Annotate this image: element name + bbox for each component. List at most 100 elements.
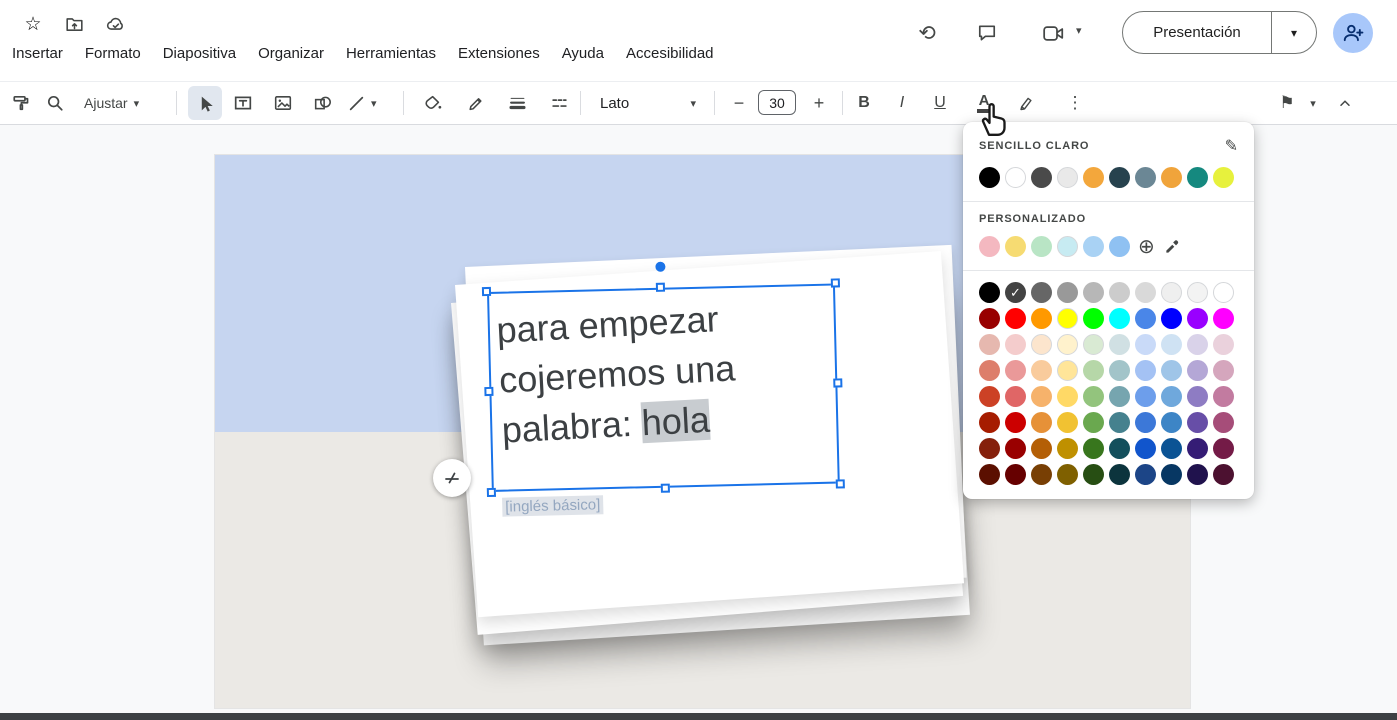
color-swatch[interactable] — [1031, 464, 1052, 485]
color-swatch[interactable] — [1057, 412, 1078, 433]
collapse-toolbar-button[interactable] — [1328, 86, 1362, 120]
color-swatch[interactable] — [1005, 412, 1026, 433]
menu-herramientas[interactable]: Herramientas — [335, 40, 447, 67]
color-swatch[interactable] — [979, 412, 1000, 433]
font-size-input[interactable]: 30 — [758, 90, 796, 115]
fill-color-button[interactable] — [416, 86, 450, 120]
color-swatch[interactable] — [1057, 464, 1078, 485]
menu-extensiones[interactable]: Extensiones — [447, 40, 551, 67]
color-swatch[interactable] — [1109, 236, 1130, 257]
color-swatch[interactable] — [1057, 167, 1078, 188]
resize-handle[interactable] — [660, 483, 670, 493]
color-swatch[interactable] — [1109, 360, 1130, 381]
color-swatch[interactable] — [979, 386, 1000, 407]
color-swatch[interactable] — [1109, 282, 1130, 303]
eyedropper-button[interactable] — [1164, 238, 1181, 255]
decrease-font-size-button[interactable]: − — [724, 86, 754, 120]
star-icon[interactable]: ☆ — [20, 11, 46, 37]
color-swatch[interactable] — [1109, 412, 1130, 433]
color-swatch[interactable] — [1187, 412, 1208, 433]
border-weight-button[interactable] — [500, 86, 534, 120]
color-swatch[interactable] — [1057, 236, 1078, 257]
present-options-caret[interactable]: ▾ — [1272, 12, 1316, 53]
color-swatch[interactable] — [1083, 412, 1104, 433]
color-swatch[interactable] — [1083, 167, 1104, 188]
border-color-button[interactable] — [458, 86, 492, 120]
color-swatch[interactable] — [979, 282, 1000, 303]
color-swatch[interactable] — [1083, 438, 1104, 459]
color-swatch[interactable] — [979, 236, 1000, 257]
color-swatch[interactable] — [1161, 334, 1182, 355]
insert-image-button[interactable] — [266, 86, 300, 120]
resize-handle[interactable] — [830, 278, 840, 288]
resize-handle[interactable] — [481, 286, 492, 297]
color-swatch[interactable] — [979, 438, 1000, 459]
color-swatch[interactable] — [1187, 438, 1208, 459]
selected-text-box[interactable]: para empezar cojeremos una palabra: hola… — [481, 261, 845, 517]
color-swatch[interactable] — [1135, 438, 1156, 459]
color-swatch[interactable] — [1083, 464, 1104, 485]
color-swatch[interactable] — [979, 308, 1000, 329]
color-swatch[interactable] — [1031, 308, 1052, 329]
resize-handle[interactable] — [655, 282, 666, 292]
color-swatch[interactable] — [1161, 360, 1182, 381]
color-swatch[interactable] — [1031, 334, 1052, 355]
color-swatch[interactable] — [1031, 236, 1052, 257]
color-swatch[interactable] — [1083, 308, 1104, 329]
color-swatch[interactable] — [1083, 386, 1104, 407]
menu-formato[interactable]: Formato — [74, 40, 152, 67]
color-swatch[interactable] — [1005, 334, 1026, 355]
color-swatch[interactable] — [1083, 334, 1104, 355]
color-swatch[interactable] — [1031, 360, 1052, 381]
color-swatch[interactable] — [979, 464, 1000, 485]
increase-font-size-button[interactable]: + — [804, 86, 834, 120]
zoom-icon[interactable] — [38, 86, 72, 120]
version-history-button[interactable]: ⟲ — [912, 18, 942, 48]
color-swatch[interactable] — [1213, 360, 1234, 381]
comments-button[interactable] — [972, 18, 1002, 48]
meet-caret-icon[interactable]: ▾ — [1076, 24, 1082, 37]
italic-button[interactable]: I — [886, 86, 918, 120]
color-swatch[interactable] — [1031, 167, 1052, 188]
color-swatch[interactable] — [1109, 386, 1130, 407]
color-swatch[interactable] — [1213, 167, 1234, 188]
text-box-tool-button[interactable] — [226, 86, 260, 120]
color-swatch[interactable] — [1031, 282, 1052, 303]
color-swatch[interactable] — [1083, 236, 1104, 257]
font-family-select[interactable]: Lato ▾ — [592, 86, 704, 120]
meet-camera-button[interactable] — [1038, 18, 1068, 48]
color-swatch[interactable] — [1161, 282, 1182, 303]
resize-handle[interactable] — [835, 479, 845, 489]
resize-handle[interactable] — [484, 386, 494, 397]
color-swatch[interactable] — [1005, 167, 1026, 188]
color-swatch[interactable] — [1109, 438, 1130, 459]
color-swatch[interactable] — [1213, 386, 1234, 407]
color-swatch[interactable] — [1135, 360, 1156, 381]
color-swatch[interactable] — [979, 167, 1000, 188]
color-swatch[interactable] — [1135, 464, 1156, 485]
color-swatch[interactable] — [979, 334, 1000, 355]
move-folder-icon[interactable] — [61, 11, 87, 37]
color-swatch[interactable] — [1031, 438, 1052, 459]
resize-handle[interactable] — [486, 487, 497, 498]
add-custom-color-button[interactable]: ⊕ — [1138, 237, 1155, 257]
color-swatch[interactable] — [1213, 282, 1234, 303]
color-swatch[interactable] — [979, 360, 1000, 381]
color-swatch[interactable] — [1005, 386, 1026, 407]
text-color-button[interactable]: A — [966, 86, 1002, 120]
color-swatch[interactable] — [1057, 308, 1078, 329]
color-swatch[interactable] — [1213, 438, 1234, 459]
color-swatch[interactable] — [1135, 334, 1156, 355]
color-swatch[interactable] — [1135, 386, 1156, 407]
color-swatch[interactable] — [1057, 438, 1078, 459]
laser-pointer-button[interactable]: ⚑ — [1270, 86, 1304, 120]
color-swatch[interactable] — [1213, 308, 1234, 329]
menu-diapositiva[interactable]: Diapositiva — [152, 40, 247, 67]
slide-text[interactable]: para empezar cojeremos una palabra: hola — [495, 293, 739, 455]
color-swatch[interactable] — [1083, 360, 1104, 381]
more-options-button[interactable]: ⋮ — [1060, 86, 1090, 120]
color-swatch[interactable] — [1213, 464, 1234, 485]
color-swatch[interactable] — [1135, 282, 1156, 303]
color-swatch[interactable] — [1135, 412, 1156, 433]
color-swatch[interactable] — [1057, 360, 1078, 381]
